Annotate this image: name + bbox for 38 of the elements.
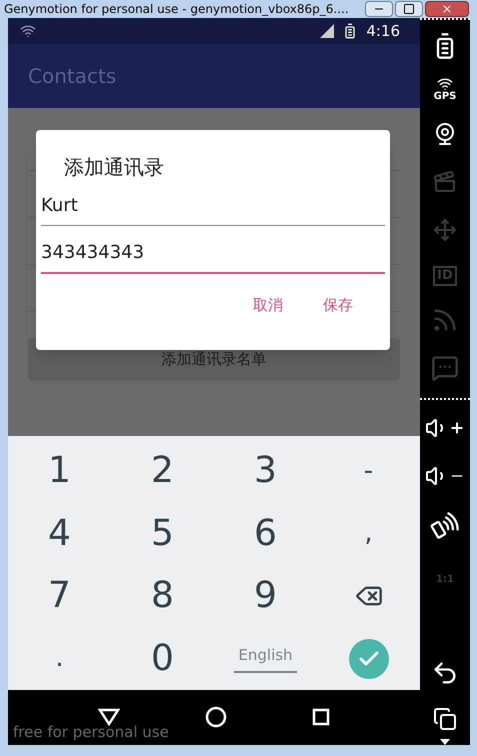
close-icon xyxy=(441,2,453,15)
key[interactable]: 8 xyxy=(111,564,214,628)
dialog-title: 添加通讯录 xyxy=(63,154,165,181)
key[interactable]: 0 xyxy=(111,627,214,690)
caret-icon[interactable] xyxy=(440,739,450,745)
key[interactable]: 1 xyxy=(8,440,111,502)
key[interactable]: 7 xyxy=(8,564,111,628)
close-button[interactable] xyxy=(425,0,469,17)
input-field[interactable]: 343434343 xyxy=(41,234,385,274)
home-circle-icon[interactable] xyxy=(204,706,227,728)
status-time: 4:16 xyxy=(366,20,400,42)
gps-button[interactable]: GPS xyxy=(434,76,456,102)
overlay-text: free for personal use xyxy=(13,722,169,742)
dialog-button[interactable]: 取消 xyxy=(253,294,283,316)
wifi-icon xyxy=(20,22,36,39)
key[interactable]: 9 xyxy=(214,564,317,628)
key[interactable]: 5 xyxy=(111,502,214,565)
webcam-icon[interactable] xyxy=(433,122,457,146)
signal-icon xyxy=(320,24,334,38)
recents-square-icon[interactable] xyxy=(312,708,330,726)
volume-up-icon[interactable] xyxy=(425,416,465,440)
maximize-button[interactable] xyxy=(395,0,423,17)
input-field[interactable]: Kurt xyxy=(41,186,385,226)
app-title: Contacts xyxy=(28,62,116,90)
key[interactable]: 6 xyxy=(214,502,317,565)
wifi-icon xyxy=(437,76,453,92)
dialog-button[interactable]: 保存 xyxy=(323,294,353,316)
maximize-icon xyxy=(403,2,415,15)
key[interactable]: 4 xyxy=(8,502,111,565)
volume-down-icon[interactable] xyxy=(425,464,465,488)
key[interactable]: - xyxy=(317,440,420,502)
windows-icon[interactable] xyxy=(433,707,457,731)
key[interactable]: 3 xyxy=(214,440,317,502)
key[interactable]: , xyxy=(317,502,420,565)
key[interactable]: . xyxy=(8,627,111,690)
key[interactable]: 2 xyxy=(111,440,214,502)
back-triangle-icon[interactable] xyxy=(98,708,120,726)
window-title: Genymotion for personal use - genymotion_vbox86p_6.... xyxy=(4,2,349,15)
